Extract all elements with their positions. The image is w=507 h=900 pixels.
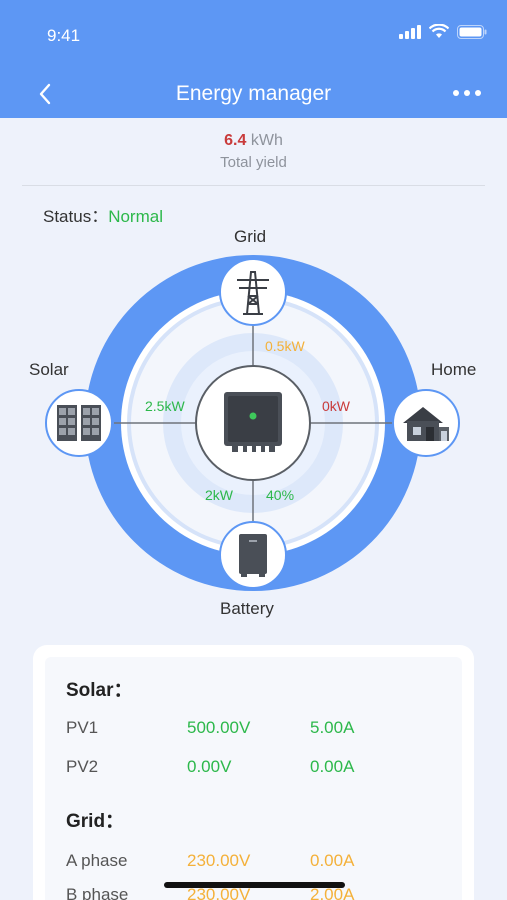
grid-node[interactable] <box>219 258 287 326</box>
more-dot-icon <box>475 90 481 96</box>
battery-storage-icon <box>239 534 267 577</box>
a-phase-voltage: 230.00V <box>187 851 251 870</box>
page-title: Energy manager <box>175 82 332 105</box>
solar-node[interactable] <box>45 389 113 457</box>
home-power: 0kW <box>322 398 350 414</box>
battery-soc: 40% <box>266 487 295 503</box>
more-dot-icon <box>464 90 470 96</box>
pv2-current: 0.00A <box>310 757 355 776</box>
yield-label: Total yield <box>220 154 287 171</box>
inverter-icon <box>224 392 282 452</box>
divider <box>22 185 485 186</box>
nav-bar: Energy manager <box>0 70 507 118</box>
grid-power: 0.5kW <box>265 338 305 354</box>
solar-panel-icon <box>57 405 101 441</box>
pv1-voltage: 500.00V <box>187 718 251 737</box>
battery-node[interactable] <box>219 521 287 589</box>
energy-flow-diagram: Grid 0.5kW Solar 2.5kW Home 0kW Battery … <box>0 220 507 630</box>
b-phase-label: B phase <box>66 885 129 900</box>
home-label: Home <box>431 360 477 379</box>
grid-section-title: Grid： <box>66 811 125 832</box>
a-phase-current: 0.00A <box>310 851 355 870</box>
a-phase-label: A phase <box>66 851 128 870</box>
more-options-button[interactable] <box>447 80 487 106</box>
status-time: 9:41 <box>47 26 81 45</box>
app-header: 9:41 Energy manager <box>0 0 507 118</box>
yield-row: 6.4 kWh <box>0 132 507 150</box>
total-yield: 6.4 kWh Total yield <box>0 132 507 171</box>
battery-power: 2kW <box>205 487 233 503</box>
power-tower-icon <box>237 271 269 315</box>
wifi-icon <box>429 24 449 38</box>
house-icon <box>403 407 449 441</box>
signal-icon <box>399 24 421 39</box>
home-node[interactable] <box>392 389 460 457</box>
solar-label: Solar <box>29 360 69 379</box>
home-indicator[interactable] <box>164 882 345 888</box>
yield-value: 6.4 <box>224 132 247 149</box>
details-card: Solar： PV1 500.00V 5.00A PV2 0.00V 0.00A… <box>33 645 474 900</box>
battery-status-icon <box>457 24 487 39</box>
pv2-voltage: 0.00V <box>187 757 232 776</box>
grid-label: Grid <box>234 227 267 246</box>
status-bar: 9:41 <box>0 0 507 70</box>
more-dot-icon <box>453 90 459 96</box>
solar-power: 2.5kW <box>145 398 185 414</box>
yield-unit: kWh <box>250 132 283 149</box>
battery-label: Battery <box>220 599 274 618</box>
pv2-label: PV2 <box>66 757 99 776</box>
solar-section-title: Solar： <box>66 680 133 701</box>
system-icons <box>399 24 487 39</box>
pv1-current: 5.00A <box>310 718 355 737</box>
pv1-label: PV1 <box>66 718 99 737</box>
